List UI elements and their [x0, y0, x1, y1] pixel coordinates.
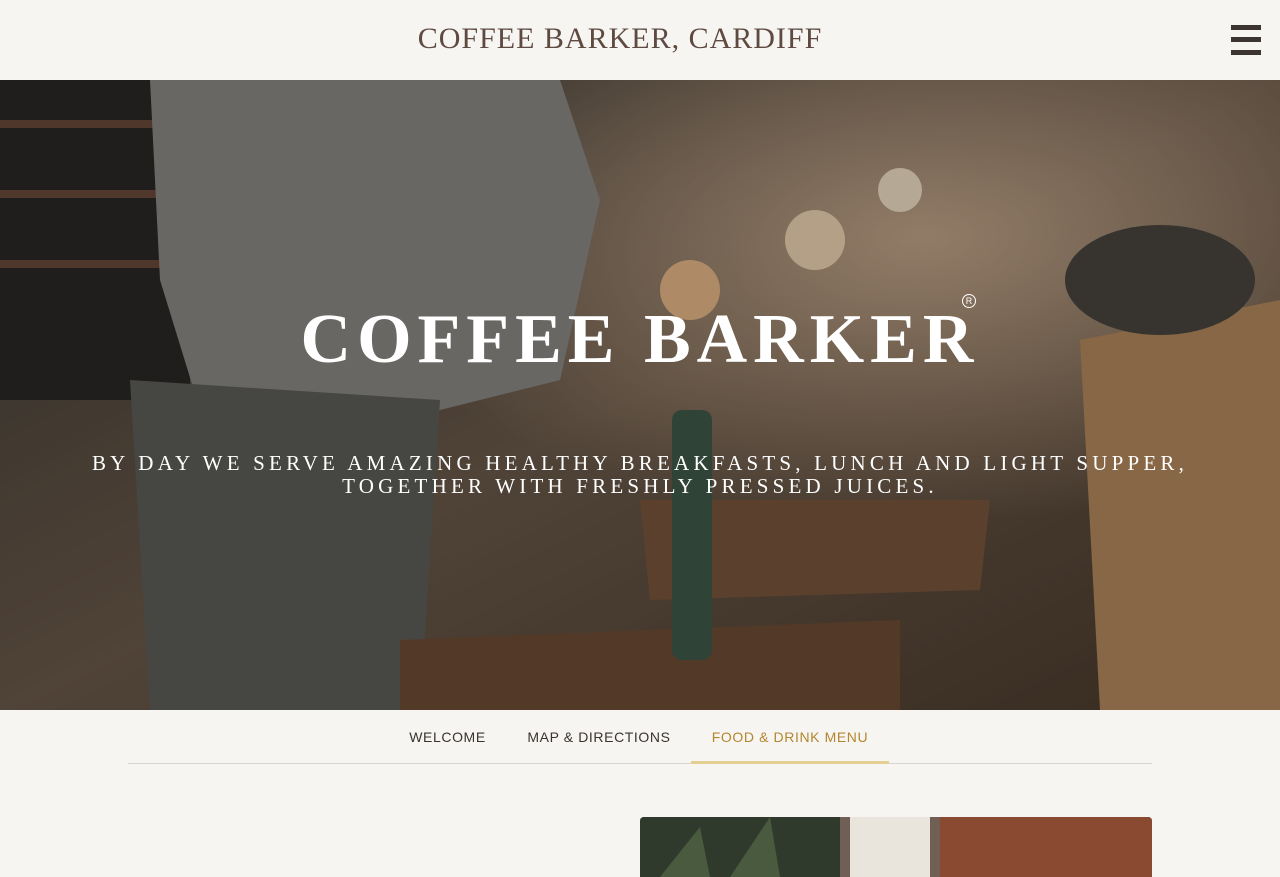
menu-bar-top — [1231, 25, 1261, 30]
tagline-line-1: BY DAY WE SERVE AMAZING HEALTHY BREAKFAS… — [91, 451, 1189, 475]
tab-welcome[interactable]: WELCOME — [391, 710, 504, 763]
tab-food-drink-menu[interactable]: FOOD & DRINK MENU — [691, 710, 889, 764]
content-image — [640, 817, 1152, 877]
content-image-photo — [640, 817, 1152, 877]
hamburger-menu-icon[interactable] — [1231, 25, 1261, 55]
site-title[interactable]: COFFEE BARKER, CARDIFF — [0, 22, 1240, 56]
menu-bar-bottom — [1231, 50, 1261, 55]
hero-tagline: BY DAY WE SERVE AMAZING HEALTHY BREAKFAS… — [60, 452, 1220, 498]
site-header: COFFEE BARKER, CARDIFF — [0, 0, 1280, 80]
registered-trademark-icon: R — [962, 294, 976, 308]
menu-bar-middle — [1231, 37, 1261, 42]
hero-banner: COFFEE BARKER R BY DAY WE SERVE AMAZING … — [0, 80, 1280, 710]
hero-overlay — [0, 80, 1280, 710]
tagline-line-2: TOGETHER WITH FRESHLY PRESSED JUICES. — [342, 474, 938, 498]
section-tabs: WELCOME MAP & DIRECTIONS FOOD & DRINK ME… — [128, 710, 1152, 764]
hero-logo: COFFEE BARKER — [300, 301, 980, 378]
tab-map-directions[interactable]: MAP & DIRECTIONS — [516, 710, 682, 763]
